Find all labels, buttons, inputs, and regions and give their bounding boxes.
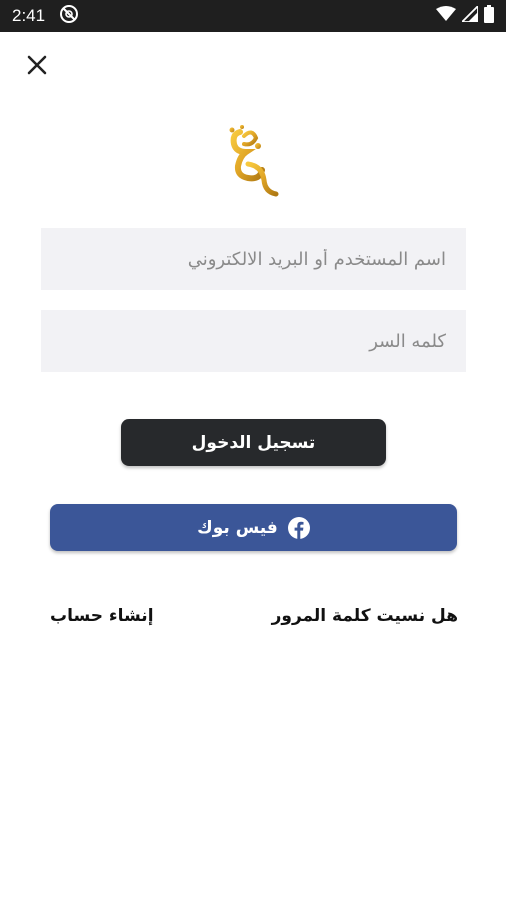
close-button[interactable] bbox=[20, 50, 54, 84]
facebook-login-button[interactable]: فيس بوك bbox=[50, 504, 457, 551]
username-email-field[interactable] bbox=[41, 228, 466, 290]
forgot-password-link[interactable]: هل نسيت كلمة المرور bbox=[272, 606, 458, 626]
status-left: 2:41 bbox=[12, 4, 79, 29]
status-time: 2:41 bbox=[12, 6, 46, 25]
status-icons bbox=[436, 3, 494, 28]
wifi-icon bbox=[436, 5, 456, 27]
facebook-button-label: فيس بوك bbox=[197, 517, 278, 538]
login-button[interactable]: تسجيل الدخول bbox=[121, 419, 386, 466]
facebook-icon bbox=[287, 516, 310, 539]
password-field[interactable] bbox=[41, 310, 466, 372]
do-not-disturb-icon bbox=[59, 4, 79, 29]
status-bar: 2:41 bbox=[0, 0, 506, 32]
signal-icon bbox=[459, 3, 479, 27]
app-logo bbox=[218, 122, 288, 202]
create-account-link[interactable]: إنشاء حساب bbox=[50, 606, 154, 626]
close-icon bbox=[27, 55, 47, 79]
login-button-label: تسجيل الدخول bbox=[191, 432, 316, 453]
battery-icon bbox=[484, 4, 494, 28]
